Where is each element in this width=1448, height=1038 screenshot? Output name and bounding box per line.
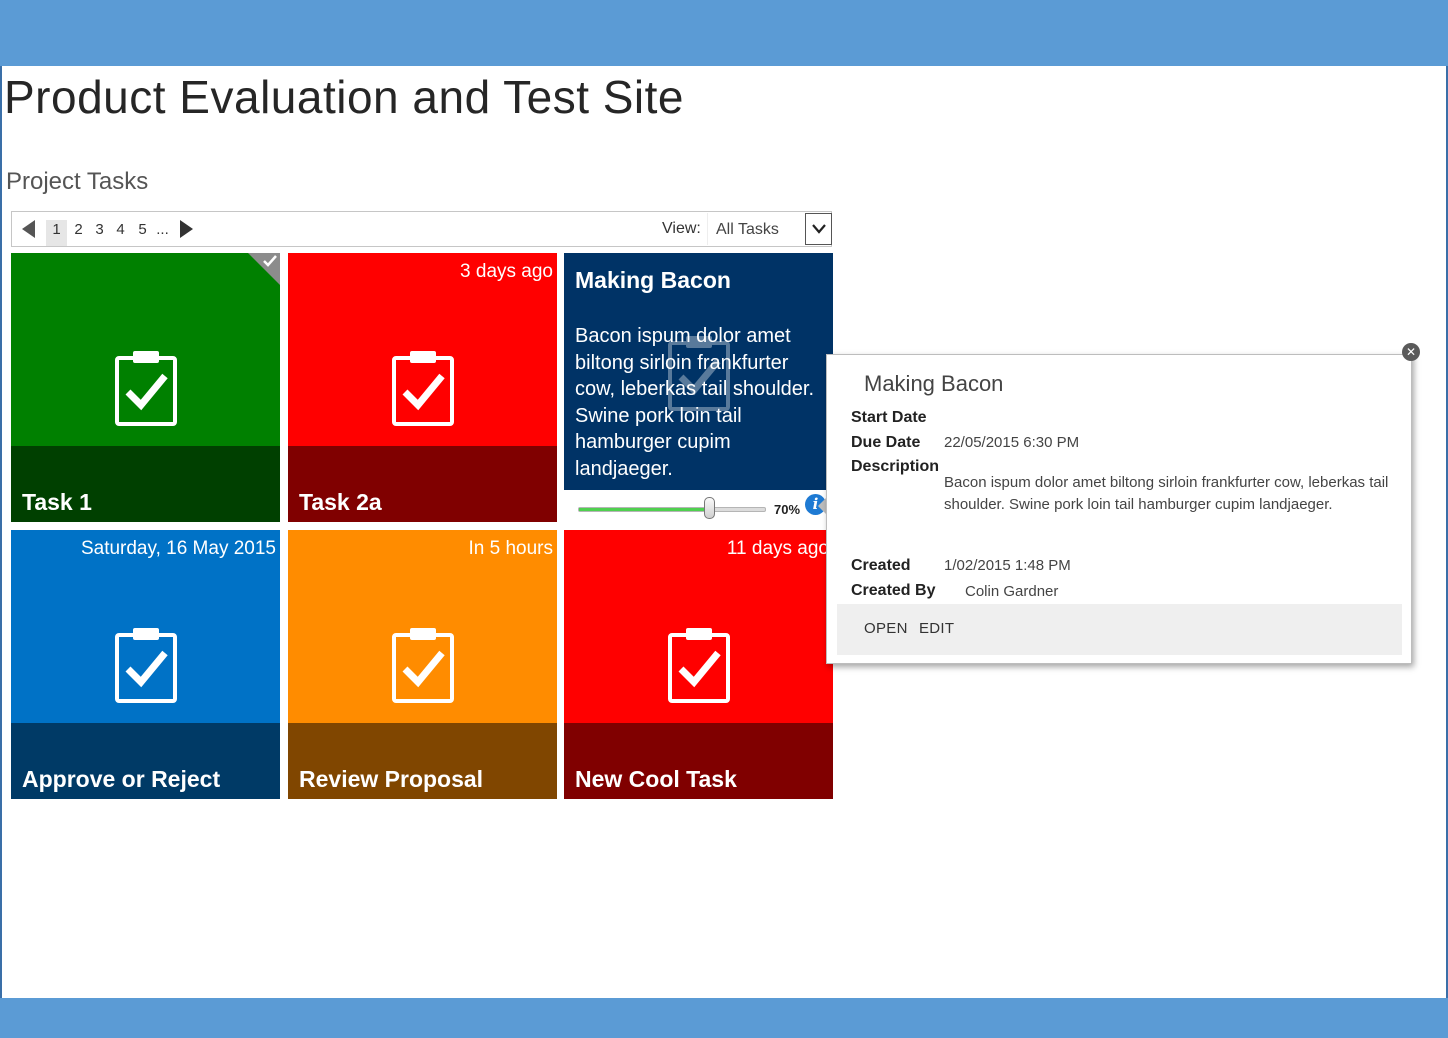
page-3[interactable]: 3 [89, 220, 110, 246]
open-button[interactable]: OPEN [864, 620, 908, 637]
created-by-value[interactable]: Colin Gardner [965, 581, 1058, 603]
top-banner [0, 0, 1448, 66]
created-value: 1/02/2015 1:48 PM [944, 557, 1071, 574]
tile-title: Task 2a [299, 489, 382, 515]
page-more[interactable]: ... [152, 220, 173, 246]
tile-new-cool-task[interactable]: 11 days ago New Cool Task [564, 530, 833, 799]
progress-slider-strip: 70% i [564, 490, 833, 522]
tile-description: Bacon ispum dolor amet biltong sirloin f… [575, 325, 815, 480]
clipboard-check-icon [392, 351, 454, 426]
page-2[interactable]: 2 [68, 220, 89, 246]
created-by-label: Created By [851, 582, 936, 599]
task-callout: Making Bacon Start Date Due Date 22/05/2… [826, 354, 1412, 664]
due-date-label: Due Date [851, 434, 921, 451]
progress-slider-track[interactable] [578, 507, 766, 512]
tile-title: Review Proposal [299, 766, 484, 792]
site-title: Product Evaluation and Test Site [4, 71, 685, 123]
tile-date: 3 days ago [460, 261, 553, 282]
page-4[interactable]: 4 [110, 220, 131, 246]
tile-task-1[interactable]: Task 1 [11, 253, 280, 522]
check-icon [263, 255, 277, 267]
edit-button[interactable]: EDIT [919, 620, 954, 637]
progress-slider-thumb[interactable] [703, 497, 715, 519]
tile-making-bacon[interactable]: Making Bacon Bacon ispum dolor amet bilt… [564, 253, 833, 522]
chevron-down-icon [812, 224, 826, 234]
clipboard-check-icon [392, 628, 454, 703]
tile-title: Task 1 [22, 489, 92, 515]
next-page-icon[interactable] [180, 220, 193, 238]
created-label: Created [851, 557, 911, 574]
prev-page-icon[interactable] [22, 220, 35, 238]
callout-actions: OPEN EDIT [837, 604, 1402, 655]
tile-approve-or-reject[interactable]: Saturday, 16 May 2015 Approve or Reject [11, 530, 280, 799]
tile-date: 11 days ago [726, 538, 829, 559]
page-1[interactable]: 1 [46, 220, 67, 246]
page-5[interactable]: 5 [132, 220, 153, 246]
tile-date: Saturday, 16 May 2015 [80, 538, 276, 559]
tile-task-2a[interactable]: 3 days ago Task 2a [288, 253, 557, 522]
close-icon[interactable]: ✕ [1402, 343, 1420, 361]
description-label: Description [851, 458, 940, 475]
progress-slider-fill [579, 508, 710, 511]
progress-percent: 70% [774, 502, 801, 517]
start-date-label: Start Date [851, 409, 927, 426]
tile-title: New Cool Task [575, 766, 737, 792]
tile-date: In 5 hours [468, 538, 554, 559]
view-select[interactable]: All Tasks [707, 213, 832, 245]
section-title[interactable]: Project Tasks [6, 168, 148, 196]
tile-review-proposal[interactable]: In 5 hours Review Proposal [288, 530, 557, 799]
view-label: View: [662, 220, 701, 237]
view-dropdown-button[interactable] [805, 213, 832, 245]
clipboard-check-icon [115, 351, 177, 426]
view-select-value: All Tasks [716, 221, 779, 238]
due-date-value: 22/05/2015 6:30 PM [944, 434, 1080, 451]
clipboard-check-icon [668, 628, 730, 703]
clipboard-check-icon [115, 628, 177, 703]
tile-title: Making Bacon [575, 267, 731, 293]
bottom-banner [0, 998, 1448, 1038]
description-value: Bacon ispum dolor amet biltong sirloin f… [944, 474, 1389, 513]
pager-toolbar: 1 2 3 4 5 ... View: All Tasks [11, 211, 832, 247]
tile-title: Approve or Reject [22, 766, 221, 792]
callout-title: Making Bacon [864, 371, 1004, 396]
